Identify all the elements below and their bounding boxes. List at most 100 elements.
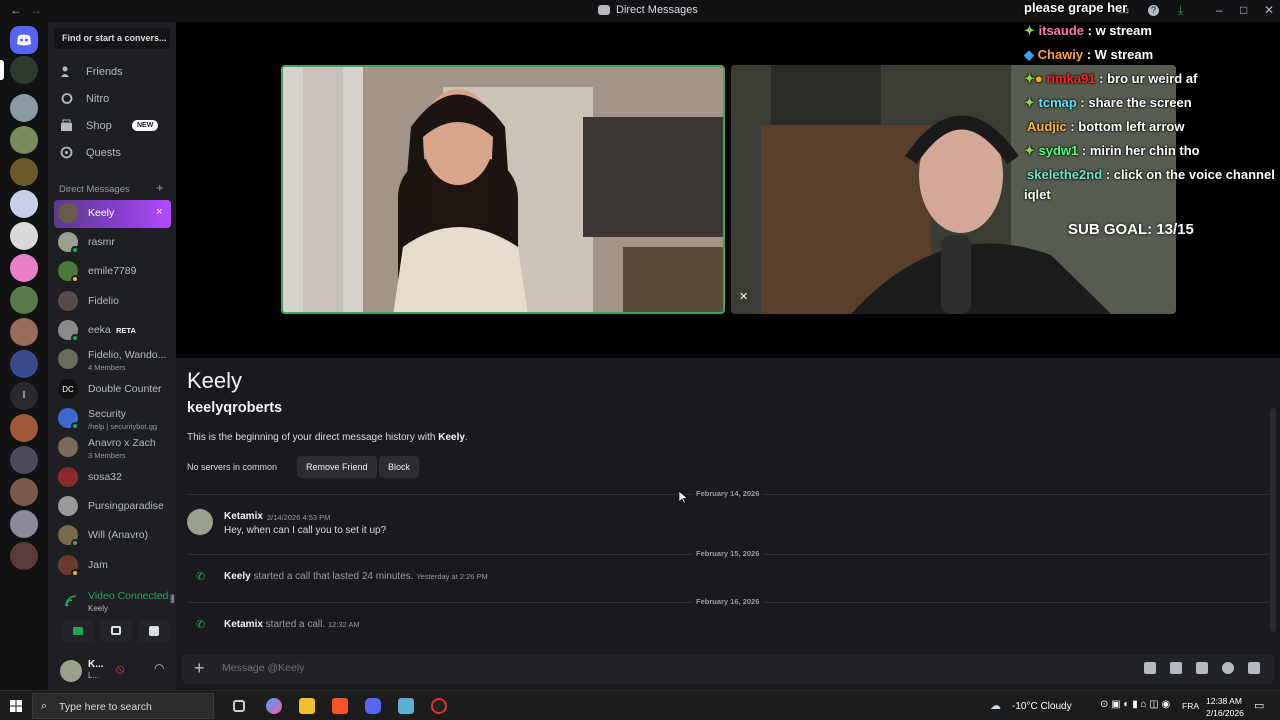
apps-icon[interactable] [1248, 662, 1260, 674]
obs-icon[interactable] [431, 698, 447, 714]
call-timestamp: Yesterday at 2:26 PM [416, 572, 488, 581]
server-icon[interactable] [10, 222, 38, 250]
dm-name: Will (Anavro) [88, 529, 149, 541]
screen-share-button[interactable] [100, 620, 132, 642]
windows-start-icon[interactable] [10, 700, 22, 712]
dm-name: Double Counter [88, 383, 162, 395]
dm-item-keely[interactable]: Keely × [54, 200, 171, 228]
back-button[interactable]: ← [10, 3, 22, 17]
message-input[interactable] [222, 662, 922, 674]
server-icon[interactable] [10, 510, 38, 538]
call-author[interactable]: Ketamix [224, 619, 263, 630]
copilot-icon[interactable] [266, 698, 282, 714]
task-view-icon[interactable] [233, 700, 245, 712]
voice-status[interactable]: Video Connected [88, 590, 168, 602]
call-text: started a call that lasted 24 minutes. [250, 571, 417, 582]
close-dm-icon[interactable]: × [156, 206, 162, 218]
server-icon[interactable] [10, 190, 38, 218]
dm-item-double-counter[interactable]: DC Double Counter [54, 376, 171, 404]
help-icon[interactable]: ? [1148, 5, 1159, 16]
dm-item-rasmr[interactable]: rasmr [54, 229, 171, 257]
block-button[interactable]: Block [379, 456, 420, 478]
server-icon[interactable] [10, 158, 38, 186]
nav-quests[interactable]: Quests [54, 141, 172, 165]
dm-item-will-anavro[interactable]: Will (Anavro) [54, 522, 171, 550]
message-avatar[interactable] [187, 509, 213, 535]
call-system-message: Keely started a call that lasted 24 minu… [224, 571, 488, 582]
dm-name: Pursingparadise [88, 500, 164, 512]
server-icon[interactable] [10, 350, 38, 378]
server-icon[interactable] [10, 542, 38, 570]
message-author[interactable]: Ketamix [224, 511, 263, 522]
voice-channel-name[interactable]: Keely [88, 604, 108, 613]
server-icon[interactable] [10, 318, 38, 346]
dm-item-eeka[interactable]: eeka RETA [54, 317, 171, 345]
forward-button[interactable]: → [30, 3, 42, 17]
create-dm-button[interactable]: + [156, 180, 164, 195]
server-icon[interactable] [10, 254, 38, 282]
minimize-button[interactable]: – [1216, 3, 1223, 17]
maximize-button[interactable]: □ [1240, 3, 1247, 17]
server-icon[interactable] [10, 56, 38, 84]
file-explorer-icon[interactable] [299, 698, 315, 714]
server-icon[interactable] [10, 446, 38, 474]
dm-item-group-fidelio[interactable]: Fidelio, Wando... 4 Members [54, 346, 171, 374]
dm-item-emile7789[interactable]: emile7789 [54, 258, 171, 286]
server-icon[interactable]: I [10, 382, 38, 410]
mic-muted-icon[interactable]: ⦸ [116, 661, 124, 677]
date-divider: February 15, 2026 [187, 549, 1269, 558]
input-language[interactable]: FRA [1182, 701, 1199, 711]
call-author[interactable]: Keely [224, 571, 251, 582]
discord-taskbar-icon[interactable] [365, 698, 381, 714]
server-icon[interactable] [10, 478, 38, 506]
activities-button[interactable] [138, 620, 170, 642]
server-icon[interactable] [10, 286, 38, 314]
dm-name: Keely [88, 207, 115, 219]
chat-scrollbar[interactable] [1270, 408, 1276, 632]
taskbar-search[interactable]: ⌕ Type here to search [32, 693, 214, 719]
nav-nitro[interactable]: Nitro [54, 87, 172, 111]
clock-date[interactable]: 2/16/2026 [1206, 708, 1244, 718]
user-avatar[interactable] [60, 660, 82, 682]
nav-shop[interactable]: Shop NEW [54, 114, 172, 138]
inbox-button-icon[interactable]: ▭ [1118, 3, 1129, 17]
dm-item-pursingparadise[interactable]: Pursingparadise [54, 493, 171, 521]
discord-home-icon[interactable] [10, 26, 38, 54]
gift-icon[interactable] [1144, 662, 1156, 674]
noise-suppression-icon[interactable]: ⦀ [170, 594, 175, 607]
close-window-button[interactable]: ✕ [1264, 3, 1274, 17]
app-taskbar-icon[interactable] [398, 698, 414, 714]
headphones-icon[interactable]: ◠ [154, 661, 164, 675]
dm-item-fidelio[interactable]: Fidelio [54, 288, 171, 316]
gif-icon[interactable] [1170, 662, 1182, 674]
server-icon[interactable] [10, 414, 38, 442]
mouse-cursor-icon [679, 491, 688, 504]
emoji-icon[interactable] [1222, 662, 1234, 674]
dm-name: sosa32 [88, 471, 122, 483]
dm-subtext: 3 Members [88, 451, 126, 460]
notifications-icon[interactable]: ▭ [1254, 699, 1264, 712]
tray-icons[interactable]: ⊙ ▣ ◐ ▮ ⌂ ◫ ◉ [1100, 699, 1170, 710]
dm-item-security[interactable]: Security /help | securitybot.gg [54, 405, 171, 433]
dm-item-jam[interactable]: Jam [54, 552, 171, 580]
download-icon[interactable]: ⤓ [1178, 3, 1183, 18]
weather-text[interactable]: -10°C Cloudy [1012, 701, 1072, 712]
nav-friends[interactable]: Friends [54, 60, 172, 84]
beginning-prefix: This is the beginning of your direct mes… [187, 432, 439, 443]
clock-time[interactable]: 12:38 AM [1206, 696, 1242, 706]
dm-item-anavro-zach[interactable]: Anavro x Zach 3 Members [54, 434, 171, 462]
brave-browser-icon[interactable] [332, 698, 348, 714]
camera-button[interactable] [62, 620, 94, 642]
video-tile-keely[interactable] [281, 65, 725, 314]
find-conversation-button[interactable]: Find or start a convers... [54, 28, 170, 49]
dm-item-sosa32[interactable]: sosa32 [54, 464, 171, 492]
server-icon[interactable] [10, 94, 38, 122]
server-icon[interactable] [10, 126, 38, 154]
attach-plus-icon[interactable]: + [194, 658, 205, 679]
avatar [58, 437, 78, 457]
video-tile-ketamix[interactable]: ✕ [731, 65, 1176, 314]
search-icon: ⌕ [41, 700, 48, 712]
idle-status-dot [71, 569, 79, 577]
remove-friend-button[interactable]: Remove Friend [297, 456, 377, 478]
sticker-icon[interactable] [1196, 662, 1208, 674]
